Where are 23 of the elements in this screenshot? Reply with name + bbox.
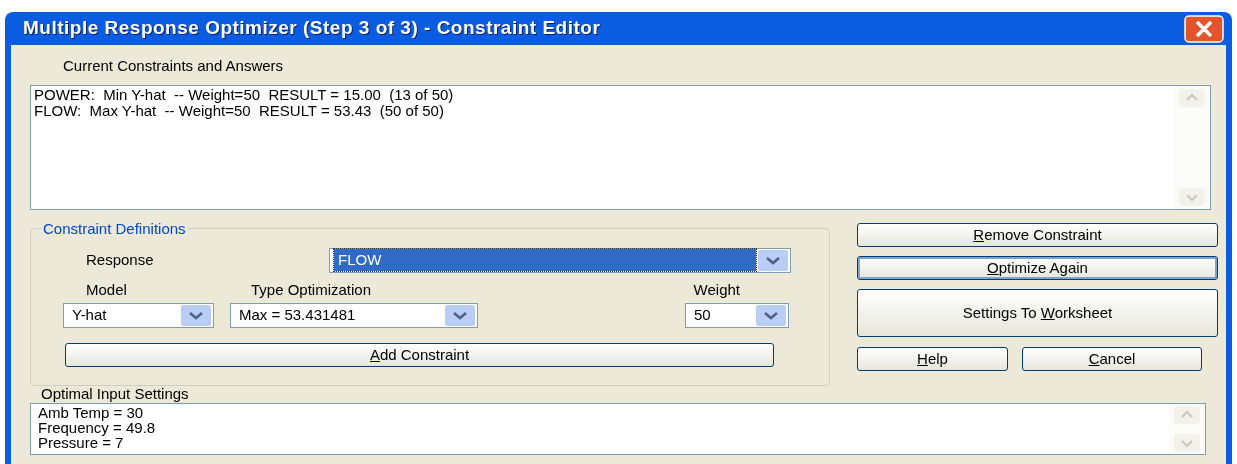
model-label: Model: [86, 279, 128, 300]
model-dropdown[interactable]: Y-hat: [63, 303, 214, 328]
remove-constraint-button[interactable]: Remove Constraint: [857, 223, 1218, 247]
response-dropdown[interactable]: FLOW: [329, 247, 791, 273]
constraint-line: FLOW: Max Y-hat -- Weight=50 RESULT = 53.43 (50 of 50): [34, 103, 444, 119]
type-optimization-label: Type Optimization: [251, 279, 373, 300]
help-button[interactable]: Help: [857, 347, 1008, 371]
settings-to-worksheet-button[interactable]: Settings To Worksheet: [857, 289, 1218, 337]
close-icon[interactable]: [1184, 14, 1224, 43]
constraint-line: POWER: Min Y-hat -- Weight=50 RESULT = 15.00 (13 of 50): [34, 87, 455, 103]
add-constraint-button[interactable]: Add Constraint: [65, 343, 774, 367]
window-title: Multiple Response Optimizer (Step 3 of 3) - Constraint Editor: [23, 16, 602, 41]
setting-line: Amb Temp = 30: [38, 405, 145, 420]
type-optimization-dropdown[interactable]: Max = 53.431481: [230, 303, 478, 328]
setting-line: Frequency = 49.8: [38, 420, 157, 435]
setting-line: Pressure = 7: [38, 435, 125, 450]
section-label: Current Constraints and Answers: [63, 57, 284, 74]
cancel-button[interactable]: Cancel: [1022, 347, 1202, 371]
section-label: Optimal Input Settings: [41, 385, 189, 402]
weight-label: Weight: [693, 279, 740, 300]
response-label: Response: [86, 249, 155, 270]
weight-dropdown[interactable]: 50: [685, 303, 789, 328]
optimize-again-button[interactable]: Optimize Again: [857, 256, 1218, 280]
